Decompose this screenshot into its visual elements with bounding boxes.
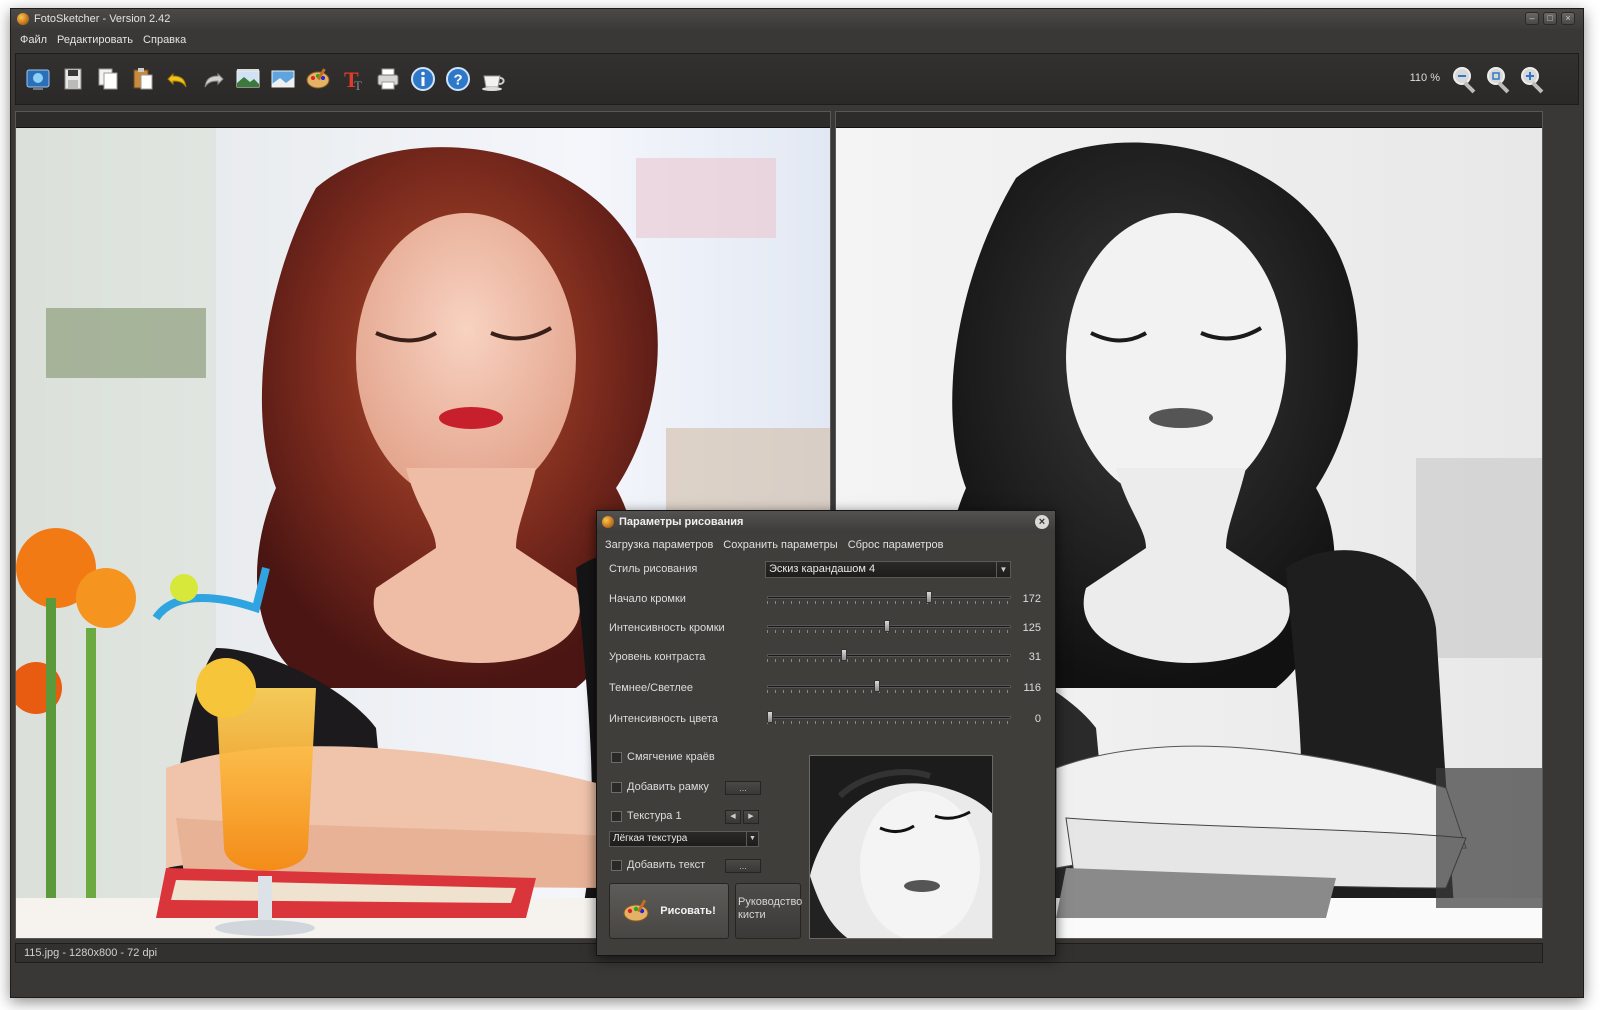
slider-ticks <box>767 659 1011 662</box>
slider-label-edge-intensity: Интенсивность кромки <box>609 622 725 634</box>
toolbar: TT ? 110 % <box>15 53 1579 105</box>
close-button[interactable]: × <box>1561 12 1575 25</box>
add-frame-label: Добавить рамку <box>627 781 709 793</box>
menu-file[interactable]: Файл <box>15 34 52 46</box>
print-icon[interactable] <box>372 63 404 95</box>
style-label: Стиль рисования <box>609 563 698 575</box>
chevron-down-icon: ▼ <box>746 832 758 846</box>
dialog-menu: Загрузка параметров Сохранить параметры … <box>605 539 943 551</box>
contrast-slider[interactable] <box>767 649 1011 663</box>
edge-start-slider[interactable] <box>767 591 1011 605</box>
slider-ticks <box>767 721 1011 724</box>
menu-help[interactable]: Справка <box>138 34 191 46</box>
help-icon[interactable]: ? <box>442 63 474 95</box>
text-options-button[interactable]: ... <box>725 859 761 873</box>
chevron-down-icon: ▼ <box>996 562 1010 577</box>
image-size-icon[interactable] <box>267 63 299 95</box>
drawing-parameters-dialog: Параметры рисования × Загрузка параметро… <box>596 510 1056 956</box>
slider-ticks <box>767 601 1011 604</box>
sketch-panel-header <box>836 112 1542 128</box>
slider-label-contrast: Уровень контраста <box>609 651 706 663</box>
slider-thumb[interactable] <box>926 591 933 603</box>
batch-icon[interactable] <box>232 63 264 95</box>
add-frame-checkbox[interactable] <box>611 781 622 793</box>
original-panel-header <box>16 112 830 128</box>
frame-options-button[interactable]: ... <box>725 781 761 795</box>
slider-label-edge-start: Начало кромки <box>609 593 686 605</box>
svg-text:T: T <box>354 78 362 93</box>
texture-prev-button[interactable]: ◀ <box>725 810 741 824</box>
brush-guide-button[interactable]: Руководство кисти <box>735 883 802 939</box>
dialog-app-icon <box>602 516 614 528</box>
title-bar: FotoSketcher - Version 2.42 – □ × <box>11 9 1583 29</box>
slider-label-darker-lighter: Темнее/Светлее <box>609 682 694 694</box>
window-title: FotoSketcher - Version 2.42 <box>34 13 171 25</box>
dialog-title-bar: Параметры рисования <box>597 511 1055 533</box>
paste-icon[interactable] <box>127 63 159 95</box>
slider-thumb[interactable] <box>840 649 847 661</box>
minimize-button[interactable]: – <box>1525 12 1539 25</box>
palette-icon <box>623 899 649 922</box>
texture-select[interactable]: Лёгкая текстура ▼ <box>609 831 759 847</box>
window-controls: – □ × <box>1525 12 1575 25</box>
maximize-button[interactable]: □ <box>1543 12 1557 25</box>
zoom-level: 110 % <box>1409 72 1440 84</box>
draw-button[interactable]: Рисовать! <box>609 883 729 939</box>
zoom-out-icon[interactable] <box>1450 64 1482 98</box>
reset-params-menu[interactable]: Сброс параметров <box>848 539 944 551</box>
slider-thumb[interactable] <box>883 620 890 632</box>
slider-thumb[interactable] <box>874 680 881 692</box>
slider-track <box>767 716 1011 719</box>
add-frame-option[interactable]: Добавить рамку <box>611 781 709 793</box>
open-image-icon[interactable] <box>22 63 54 95</box>
dialog-title: Параметры рисования <box>619 516 744 528</box>
texture-option[interactable]: Текстура 1 <box>611 810 682 822</box>
save-params-menu[interactable]: Сохранить параметры <box>723 539 837 551</box>
slider-track <box>767 654 1011 657</box>
menu-bar: Файл Редактировать Справка <box>11 29 1583 51</box>
color-intensity-slider[interactable] <box>767 711 1011 725</box>
save-icon[interactable] <box>57 63 89 95</box>
slider-track <box>767 685 1011 688</box>
texture-checkbox[interactable] <box>611 810 622 822</box>
coffee-icon[interactable] <box>477 63 509 95</box>
color-intensity-value: 0 <box>1034 713 1041 725</box>
sketch-preview <box>809 755 993 939</box>
redo-icon[interactable] <box>197 63 229 95</box>
text-icon[interactable]: TT <box>337 63 369 95</box>
slider-ticks <box>767 690 1011 693</box>
slider-thumb[interactable] <box>767 711 773 723</box>
edge-intensity-slider[interactable] <box>767 620 1011 634</box>
texture-next-button[interactable]: ▶ <box>743 810 759 824</box>
darker-lighter-slider[interactable] <box>767 680 1011 694</box>
style-select[interactable]: Эскиз карандашом 4 ▼ <box>765 561 1011 578</box>
darker-lighter-value: 116 <box>1023 682 1041 694</box>
undo-icon[interactable] <box>162 63 194 95</box>
edge-start-value: 172 <box>1022 593 1041 605</box>
draw-button-label: Рисовать! <box>660 905 716 917</box>
smooth-edges-label: Смягчение краёв <box>627 751 715 763</box>
svg-text:?: ? <box>454 72 463 89</box>
smooth-edges-checkbox[interactable] <box>611 751 622 763</box>
texture-label: Текстура 1 <box>627 810 682 822</box>
texture-select-value: Лёгкая текстура <box>613 833 688 844</box>
slider-label-color-intensity: Интенсивность цвета <box>609 713 718 725</box>
menu-edit[interactable]: Редактировать <box>52 34 138 46</box>
add-text-label: Добавить текст <box>627 859 706 871</box>
zoom-fit-icon[interactable] <box>1484 64 1516 98</box>
zoom-in-icon[interactable] <box>1518 64 1550 98</box>
edge-intensity-value: 125 <box>1022 622 1041 634</box>
add-text-option[interactable]: Добавить текст <box>611 859 705 871</box>
load-params-menu[interactable]: Загрузка параметров <box>605 539 713 551</box>
smooth-edges-option[interactable]: Смягчение краёв <box>611 751 715 763</box>
add-text-checkbox[interactable] <box>611 859 622 871</box>
slider-track <box>767 596 1011 599</box>
style-select-value: Эскиз карандашом 4 <box>769 563 876 575</box>
app-logo-icon <box>17 13 29 25</box>
info-icon[interactable] <box>407 63 439 95</box>
palette-icon[interactable] <box>302 63 334 95</box>
contrast-value: 31 <box>1028 651 1041 663</box>
dialog-close-icon[interactable]: × <box>1035 515 1049 529</box>
copy-icon[interactable] <box>92 63 124 95</box>
